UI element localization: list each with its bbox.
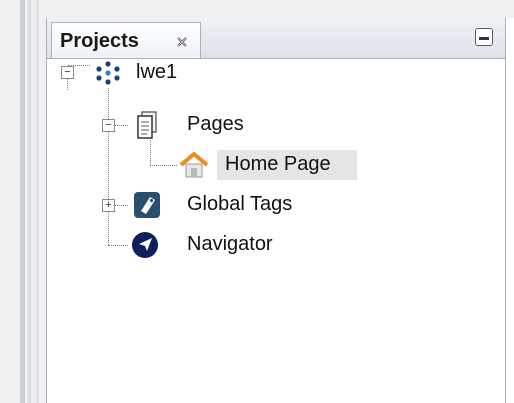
tab-projects-label: Projects (60, 30, 139, 52)
tree-item-label: Navigator (187, 233, 273, 255)
collapse-toggle[interactable]: − (102, 119, 115, 132)
tree-connector (150, 138, 151, 165)
projects-panel: Projects − lwe1 − Pages Home Page + Glob… (46, 18, 506, 403)
tree-item-label: Home Page (225, 153, 331, 175)
home-icon (179, 151, 209, 179)
project-network-icon (91, 60, 125, 86)
window-top-strip (46, 0, 514, 18)
tree-item-navigator[interactable]: Navigator (131, 230, 331, 260)
tab-projects[interactable]: Projects (51, 22, 201, 58)
close-icon[interactable] (176, 35, 188, 47)
collapse-toggle[interactable]: − (61, 66, 74, 79)
tree-item-label: Pages (187, 113, 244, 135)
expand-toggle[interactable]: + (102, 199, 115, 212)
tree-item-pages[interactable]: − Pages (95, 110, 295, 140)
minimize-icon[interactable] (475, 28, 493, 46)
panel-tab-bar: Projects (47, 18, 505, 59)
tree-connector (108, 245, 128, 246)
pages-document-icon (135, 110, 159, 140)
navigator-arrow-icon (131, 231, 161, 259)
tree-item-label: lwe1 (136, 61, 178, 83)
tree-item-root[interactable]: − lwe1 (55, 58, 255, 88)
tag-icon (133, 191, 161, 219)
frame-divider (36, 0, 39, 403)
project-tree: − lwe1 − Pages Home Page + Global Tags N… (47, 58, 505, 403)
window-frame-left (0, 0, 46, 403)
frame-divider (20, 0, 25, 403)
tree-item-home-page[interactable]: Home Page (179, 150, 357, 180)
tree-item-label: Global Tags (187, 193, 293, 215)
frame-divider (28, 0, 31, 403)
tree-item-global-tags[interactable]: + Global Tags (95, 190, 335, 220)
tree-connector (150, 165, 177, 166)
